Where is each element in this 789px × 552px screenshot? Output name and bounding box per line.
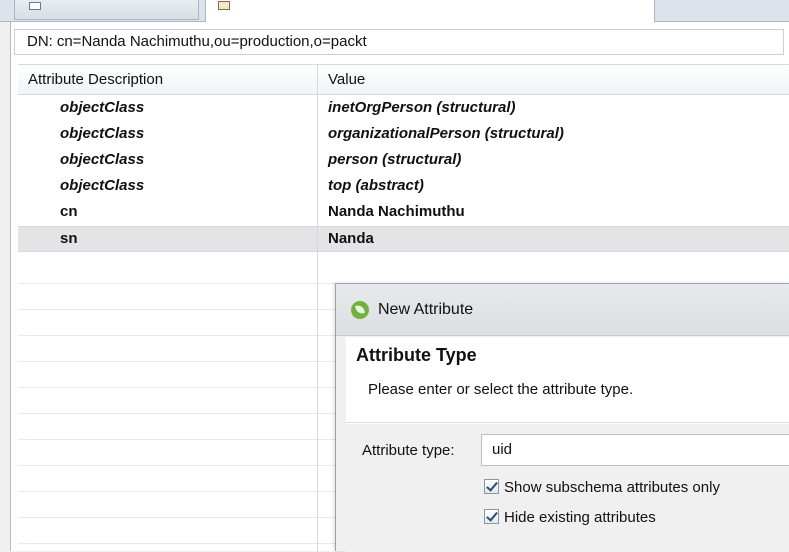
- section-title: Attribute Type: [356, 345, 477, 365]
- table-row-selected[interactable]: sn Nanda: [18, 226, 789, 252]
- attribute-cell: objectClass: [60, 125, 145, 142]
- value-cell: Nanda Nachimuthu: [328, 203, 465, 220]
- value-cell: top (abstract): [328, 177, 424, 194]
- attribute-cell: objectClass: [60, 177, 145, 194]
- dialog-body: Attribute Type Please enter or select th…: [346, 337, 789, 552]
- value-cell: person (structural): [328, 151, 462, 168]
- show-subschema-option[interactable]: Show subschema attributes only: [484, 478, 720, 496]
- attribute-cell: sn: [60, 230, 78, 247]
- spring-leaf-icon: [351, 301, 369, 319]
- attribute-type-input[interactable]: uid: [481, 434, 789, 466]
- editor-tab-strip: [0, 0, 789, 22]
- editor-tab-inactive[interactable]: [14, 0, 199, 20]
- attribute-cell: objectClass: [60, 99, 145, 116]
- editor-tab-active[interactable]: [205, 0, 655, 22]
- attribute-type-label: Attribute type:: [362, 442, 455, 459]
- dialog-title: New Attribute: [378, 301, 474, 318]
- show-subschema-label: Show subschema attributes only: [504, 479, 720, 496]
- table-row[interactable]: cn Nanda Nachimuthu: [18, 200, 789, 226]
- column-divider[interactable]: [317, 65, 318, 552]
- dn-label: DN:: [27, 33, 53, 50]
- form-area: Attribute type: uid Show subschema attri…: [346, 424, 789, 552]
- attribute-cell: cn: [60, 203, 78, 220]
- table-row[interactable]: objectClass organizationalPerson (struct…: [18, 122, 789, 148]
- new-attribute-dialog: New Attribute Attribute Type Please ente…: [335, 283, 789, 552]
- window-icon: [29, 2, 41, 10]
- column-header-value[interactable]: Value: [328, 71, 365, 88]
- attribute-cell: objectClass: [60, 151, 145, 168]
- table-header: Attribute Description Value: [18, 65, 789, 95]
- value-cell: organizationalPerson (structural): [328, 125, 564, 142]
- hide-existing-option[interactable]: Hide existing attributes: [484, 508, 656, 526]
- table-row[interactable]: objectClass top (abstract): [18, 174, 789, 200]
- hide-existing-checkbox[interactable]: [484, 508, 499, 524]
- hide-existing-label: Hide existing attributes: [504, 509, 656, 526]
- dn-field: DN: cn=Nanda Nachimuthu,ou=production,o=p…: [14, 29, 784, 55]
- entry-editor-icon: [218, 1, 230, 10]
- column-header-attribute[interactable]: Attribute Description: [28, 71, 163, 88]
- value-cell: Nanda: [328, 230, 374, 247]
- section-description: Please enter or select the attribute typ…: [368, 381, 634, 398]
- show-subschema-checkbox[interactable]: [484, 478, 499, 494]
- wizard-banner: Attribute Type Please enter or select th…: [346, 337, 789, 423]
- table-row[interactable]: objectClass inetOrgPerson (structural): [18, 96, 789, 122]
- dialog-titlebar[interactable]: New Attribute: [336, 284, 789, 336]
- table-row[interactable]: objectClass person (structural): [18, 148, 789, 174]
- dn-value: cn=Nanda Nachimuthu,ou=production,o=pack…: [56, 33, 367, 50]
- value-cell: inetOrgPerson (structural): [328, 99, 516, 116]
